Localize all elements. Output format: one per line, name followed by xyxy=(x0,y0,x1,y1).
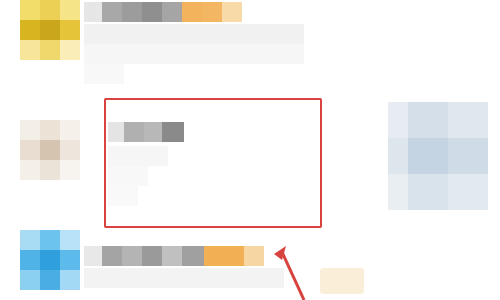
feed-item-3[interactable] xyxy=(0,230,500,300)
avatar[interactable] xyxy=(20,0,80,60)
feed-item-1[interactable] xyxy=(0,0,500,90)
red-pointer-arrow-icon xyxy=(274,246,306,300)
avatar[interactable] xyxy=(20,120,80,180)
avatar[interactable] xyxy=(20,230,80,290)
screenshot-root: { "colors": { "highlight_border": "#d842… xyxy=(0,0,500,300)
highlight-box xyxy=(104,98,322,228)
post-thumbnail[interactable] xyxy=(388,102,488,210)
